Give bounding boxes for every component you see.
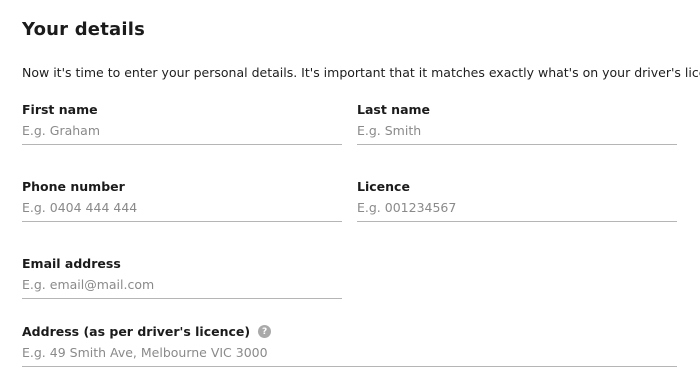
- last-name-label: Last name: [357, 102, 431, 117]
- page-title: Your details: [22, 19, 146, 40]
- email-field-group: Email address: [22, 256, 342, 299]
- email-address-label: Email address: [22, 256, 121, 271]
- licence-field-group: Licence: [357, 179, 677, 222]
- phone-number-label: Phone number: [22, 179, 125, 194]
- address-label: Address (as per driver's licence): [22, 324, 251, 339]
- help-icon[interactable]: ?: [258, 325, 272, 338]
- address-label-row: Address (as per driver's licence) ?: [22, 324, 677, 339]
- intro-text: Now it's time to enter your personal det…: [22, 65, 700, 80]
- last-name-field-group: Last name: [357, 102, 677, 145]
- address-field-group: Address (as per driver's licence) ?: [22, 324, 677, 367]
- phone-number-input[interactable]: [22, 200, 342, 222]
- licence-label: Licence: [357, 179, 410, 194]
- last-name-input[interactable]: [357, 123, 677, 145]
- first-name-field-group: First name: [22, 102, 342, 145]
- address-input[interactable]: [22, 345, 677, 367]
- phone-field-group: Phone number: [22, 179, 342, 222]
- licence-input[interactable]: [357, 200, 677, 222]
- first-name-label: First name: [22, 102, 98, 117]
- first-name-input[interactable]: [22, 123, 342, 145]
- email-address-input[interactable]: [22, 277, 342, 299]
